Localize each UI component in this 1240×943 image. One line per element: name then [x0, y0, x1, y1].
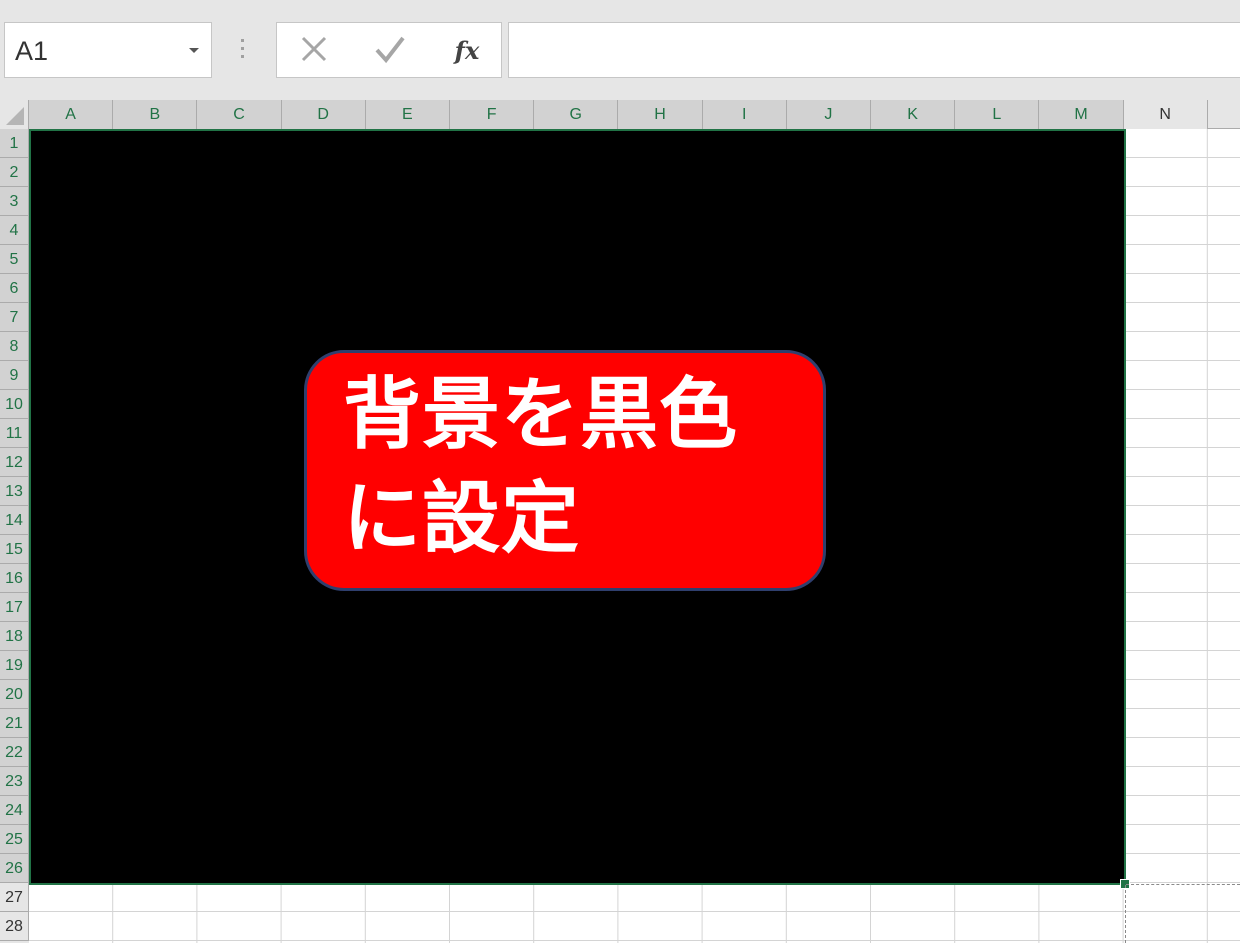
- column-header-k[interactable]: K: [871, 100, 956, 129]
- row-header-7[interactable]: 7: [0, 303, 29, 332]
- column-header-m[interactable]: M: [1039, 100, 1124, 129]
- row-header-10[interactable]: 10: [0, 390, 29, 419]
- page-break-line: [1126, 884, 1240, 885]
- select-all-button[interactable]: [0, 100, 29, 129]
- row-header-8[interactable]: 8: [0, 332, 29, 361]
- column-header-c[interactable]: C: [197, 100, 282, 129]
- column-header-j[interactable]: J: [786, 100, 871, 129]
- row-header-25[interactable]: 25: [0, 825, 29, 854]
- row-header-15[interactable]: 15: [0, 535, 29, 564]
- column-header-h[interactable]: H: [618, 100, 703, 129]
- row-header-17[interactable]: 17: [0, 593, 29, 622]
- column-header-f[interactable]: F: [450, 100, 535, 129]
- row-header-14[interactable]: 14: [0, 506, 29, 535]
- column-header-g[interactable]: G: [534, 100, 619, 129]
- column-header-row: ABCDEFGHIJKLMN: [0, 100, 1240, 129]
- column-header-e[interactable]: E: [365, 100, 450, 129]
- close-icon: [301, 36, 327, 62]
- row-header-23[interactable]: 23: [0, 767, 29, 796]
- row-header-24[interactable]: 24: [0, 796, 29, 825]
- row-header-12[interactable]: 12: [0, 448, 29, 477]
- name-box-value: A1: [15, 36, 49, 66]
- callout-text: 背景を黒色に設定: [343, 370, 739, 564]
- row-header-column: 1 2 3 4 5 6 7 8 9 10 11 12 13 14 15 16 17 18 19 20 21 22 23 24 2…: [0, 129, 29, 943]
- cancel-button[interactable]: [285, 23, 345, 77]
- row-header-19[interactable]: 19: [0, 651, 29, 680]
- formula-buttons: fx: [276, 22, 502, 78]
- insert-function-button[interactable]: fx: [437, 23, 497, 77]
- row-header-20[interactable]: 20: [0, 680, 29, 709]
- row-header-11[interactable]: 11: [0, 419, 29, 448]
- row-header-6[interactable]: 6: [0, 274, 29, 303]
- select-all-icon: [6, 107, 24, 125]
- enter-button[interactable]: [361, 23, 421, 77]
- page-break-line: [1125, 885, 1126, 943]
- column-header-a[interactable]: A: [29, 100, 114, 129]
- formula-bar: A1 fx: [0, 0, 1240, 100]
- formula-input[interactable]: [508, 22, 1240, 78]
- row-header-26[interactable]: 26: [0, 854, 29, 883]
- row-header-18[interactable]: 18: [0, 622, 29, 651]
- row-header-22[interactable]: 22: [0, 738, 29, 767]
- column-header-d[interactable]: D: [281, 100, 366, 129]
- column-header-b[interactable]: B: [113, 100, 198, 129]
- row-header-2[interactable]: 2: [0, 158, 29, 187]
- row-header-27[interactable]: 27: [0, 883, 29, 912]
- grip-icon[interactable]: [241, 39, 245, 61]
- insert-function-label: fx: [453, 36, 480, 65]
- row-header-9[interactable]: 9: [0, 361, 29, 390]
- spreadsheet-grid: ABCDEFGHIJKLMN 1 2 3 4 5 6 7 8 9 10 11 12 13 14 15 16 17…: [0, 100, 1240, 943]
- check-icon: [375, 36, 405, 64]
- row-header-28[interactable]: 28: [0, 912, 29, 941]
- column-header-l[interactable]: L: [955, 100, 1040, 129]
- column-header-n[interactable]: N: [1123, 100, 1208, 129]
- row-header-1[interactable]: 1: [0, 129, 29, 158]
- callout-shape[interactable]: 背景を黒色に設定: [304, 350, 826, 591]
- name-box[interactable]: A1: [4, 22, 212, 78]
- function-icon: fx: [453, 36, 480, 65]
- row-header-3[interactable]: 3: [0, 187, 29, 216]
- chevron-down-icon[interactable]: [189, 48, 199, 53]
- row-header-16[interactable]: 16: [0, 564, 29, 593]
- row-header-4[interactable]: 4: [0, 216, 29, 245]
- row-header-13[interactable]: 13: [0, 477, 29, 506]
- row-header-5[interactable]: 5: [0, 245, 29, 274]
- column-header-i[interactable]: I: [702, 100, 787, 129]
- row-header-21[interactable]: 21: [0, 709, 29, 738]
